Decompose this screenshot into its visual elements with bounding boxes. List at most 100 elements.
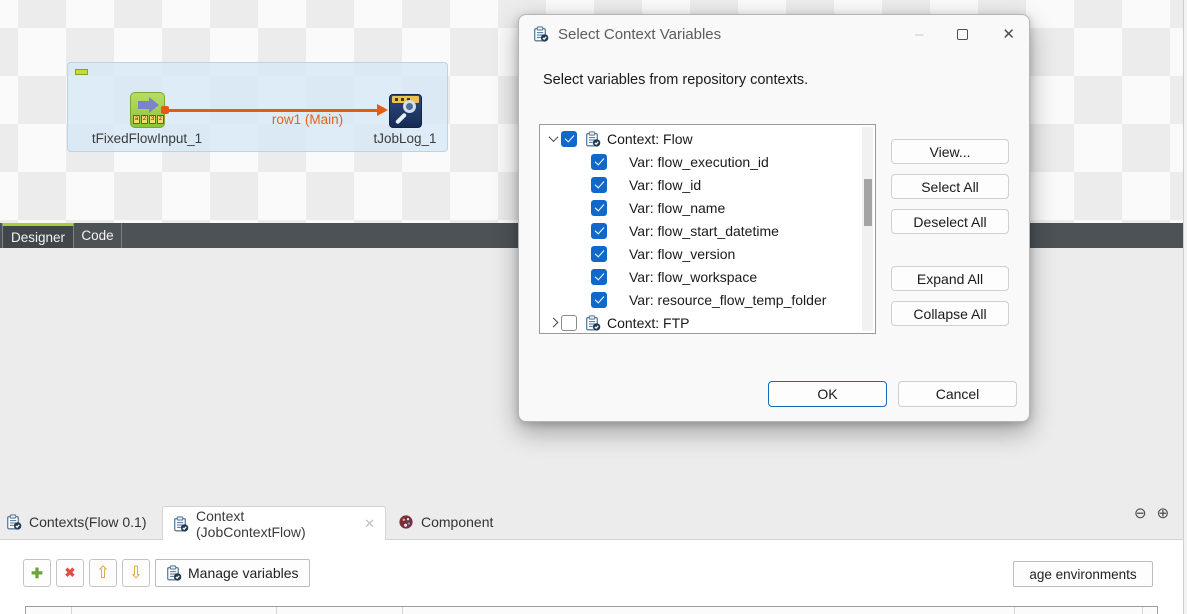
deselect-all-button[interactable]: Deselect All [891, 209, 1009, 234]
connection-label[interactable]: row1 (Main) [225, 112, 390, 127]
talend-studio-window: a23z tFixedFlowInput_1 row1 (Main) tJobL… [0, 0, 1187, 614]
tree-checkbox[interactable] [561, 315, 577, 331]
flow-arrow-glyph [138, 101, 149, 109]
minimize-view-icon[interactable]: ⊖ [1134, 504, 1147, 522]
dialog-subtitle: Select variables from repository context… [543, 72, 808, 88]
maximize-icon[interactable] [957, 29, 968, 40]
letter-box: 2 [141, 115, 148, 124]
tree-variable-row[interactable]: Var: resource_flow_temp_folder [540, 288, 875, 311]
tree-variable-row[interactable]: Var: flow_name [540, 196, 875, 219]
tree-checkbox[interactable] [591, 269, 607, 285]
close-tab-icon[interactable]: ✕ [364, 516, 375, 532]
subjob-collapse-handle[interactable] [75, 69, 88, 75]
header-rownum [26, 607, 72, 614]
manage-variables-button[interactable]: Manage variables [155, 559, 310, 587]
a23z-glyph: a23z [133, 115, 164, 124]
dialog-title: Select Context Variables [558, 26, 721, 43]
view-controls: ⊖ ⊕ [1134, 504, 1169, 522]
tree-variable-row[interactable]: Var: flow_workspace [540, 265, 875, 288]
header-name[interactable]: Name [72, 607, 277, 614]
tree-variable-row[interactable]: Var: flow_execution_id [540, 150, 875, 173]
arrow-down-icon: ⇩ [129, 563, 143, 583]
magnifier-lens-icon [403, 100, 416, 113]
view-button[interactable]: View... [891, 139, 1009, 164]
letter-box: a [133, 115, 140, 124]
tab-contexts-flow[interactable]: Contexts(Flow 0.1) [6, 506, 146, 538]
maximize-view-icon[interactable]: ⊕ [1157, 504, 1170, 522]
tree-row-label: Var: flow_workspace [629, 269, 757, 285]
dialog-titlebar[interactable]: Select Context Variables – ✕ [519, 15, 1029, 53]
contexts-icon [6, 514, 22, 530]
move-down-button[interactable]: ⇩ [122, 559, 150, 587]
header-type[interactable]: Type [277, 607, 403, 614]
tree-scrollbar[interactable] [862, 127, 873, 331]
tfixedflowinput-icon[interactable]: a23z [130, 92, 165, 128]
chevron-right-icon[interactable] [545, 319, 561, 326]
tjoblog-icon[interactable] [389, 94, 422, 128]
add-variable-button[interactable]: ✚ [23, 559, 51, 587]
tree-variable-row[interactable]: Var: flow_start_datetime [540, 219, 875, 242]
collapse-all-button[interactable]: Collapse All [891, 301, 1009, 326]
tree-variable-row[interactable]: Var: flow_version [540, 242, 875, 265]
tree-checkbox[interactable] [591, 154, 607, 170]
tree-checkbox[interactable] [591, 200, 607, 216]
magnifier-handle-icon [395, 112, 407, 124]
tree-row-label: Var: flow_start_datetime [629, 223, 779, 239]
tab-label: Component [421, 514, 493, 530]
tree-checkbox[interactable] [591, 246, 607, 262]
context-clipboard-icon [585, 131, 601, 147]
tab-designer[interactable]: Designer [2, 223, 74, 248]
delete-variable-button[interactable]: ✖ [56, 559, 84, 587]
move-up-button[interactable]: ⇧ [89, 559, 117, 587]
select-all-button[interactable]: Select All [891, 174, 1009, 199]
delete-icon: ✖ [65, 565, 76, 581]
tree-row-label: Context: FTP [607, 315, 689, 331]
tab-context-jobcontextflow[interactable]: Context (JobContextFlow) ✕ [162, 506, 386, 540]
cancel-button[interactable]: Cancel [898, 381, 1017, 407]
context-variables-table: NameTypeEnable prompt1Flow (from reposit… [25, 606, 1158, 614]
tree-row-label: Context: Flow [607, 131, 693, 147]
contexts-icon [173, 516, 189, 532]
chevron-down-icon[interactable] [545, 135, 561, 142]
close-icon[interactable]: ✕ [1002, 25, 1015, 43]
tree-row-label: Var: resource_flow_temp_folder [629, 292, 826, 308]
tab-label: Contexts(Flow 0.1) [29, 514, 146, 530]
tree-row-label: Var: flow_name [629, 200, 725, 216]
expand-all-button[interactable]: Expand All [891, 266, 1009, 291]
tab-label: Context (JobContextFlow) [196, 508, 357, 540]
minimize-icon[interactable]: – [915, 26, 923, 43]
header-extra [1143, 607, 1157, 614]
header-enable-prompt[interactable]: Enable prompt [1015, 607, 1143, 614]
tree-context-row[interactable]: Context: Flow [540, 127, 875, 150]
ok-button[interactable]: OK [768, 381, 887, 407]
dialog-side-buttons: View... Select All Deselect All Expand All C… [891, 139, 1009, 326]
letter-box: z [157, 115, 164, 124]
letter-box: 3 [149, 115, 156, 124]
manage-environments-button[interactable]: age environments [1013, 561, 1153, 587]
tab-code[interactable]: Code [74, 223, 122, 248]
context-clipboard-icon [585, 315, 601, 331]
clipboard-icon [166, 565, 182, 581]
select-context-variables-dialog: Select Context Variables – ✕ Select vari… [518, 14, 1030, 422]
dialog-clipboard-icon [533, 26, 549, 42]
arrow-up-icon: ⇧ [96, 563, 110, 583]
tree-scrollbar-thumb[interactable] [864, 179, 872, 226]
tree-checkbox[interactable] [591, 292, 607, 308]
component-label[interactable]: tJobLog_1 [355, 131, 455, 146]
component-label[interactable]: tFixedFlowInput_1 [83, 131, 211, 146]
button-label: Manage variables [188, 565, 299, 581]
plus-icon: ✚ [31, 565, 43, 582]
button-label: age environments [1029, 567, 1136, 582]
context-variables-tree[interactable]: Context: Flow Var: flow_execution_id Var: … [539, 124, 876, 334]
tree-checkbox[interactable] [591, 177, 607, 193]
tree-row-label: Var: flow_version [629, 246, 735, 262]
tab-component[interactable]: Component [398, 506, 493, 538]
tree-checkbox[interactable] [561, 131, 577, 147]
tree-checkbox[interactable] [591, 223, 607, 239]
header-comment[interactable] [403, 607, 1015, 614]
tree-variable-row[interactable]: Var: flow_id [540, 173, 875, 196]
tree-context-row[interactable]: Context: FTP [540, 311, 875, 334]
tree-row-label: Var: flow_id [629, 177, 701, 193]
component-icon [398, 514, 414, 530]
dialog-window-controls: – ✕ [915, 25, 1015, 43]
